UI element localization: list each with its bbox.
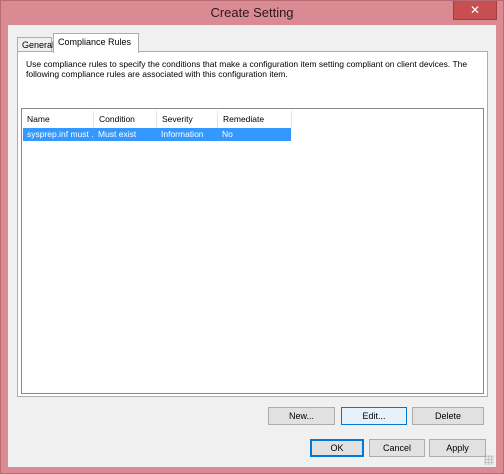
column-header-condition[interactable]: Condition [94,111,157,128]
dialog-client-area: General Compliance Rules Use compliance … [8,25,496,467]
cell-severity: Information [161,129,204,139]
delete-button[interactable]: Delete [412,407,484,425]
compliance-description: Use compliance rules to specify the cond… [26,59,468,79]
tab-compliance-rules[interactable]: Compliance Rules [53,33,139,53]
close-icon[interactable]: ✕ [453,1,497,20]
column-header-remediate[interactable]: Remediate [218,111,292,128]
list-header: Name Condition Severity Remediate [22,111,483,128]
apply-button[interactable]: Apply [429,439,486,457]
column-header-name[interactable]: Name [22,111,94,128]
ok-button[interactable]: OK [310,439,364,457]
cell-name: sysprep.inf must ... [27,129,94,139]
column-header-severity[interactable]: Severity [157,111,218,128]
cell-condition: Must exist [98,129,137,139]
title-bar[interactable]: Create Setting ✕ [1,1,503,25]
table-row[interactable]: sysprep.inf must ... Must exist Informat… [23,128,291,141]
compliance-rules-panel: Use compliance rules to specify the cond… [17,51,488,397]
tab-general[interactable]: General [17,37,54,52]
cell-remediate: No [222,129,233,139]
create-setting-window: Create Setting ✕ General Compliance Rule… [0,0,504,474]
edit-button[interactable]: Edit... [341,407,407,425]
resize-grip[interactable] [484,455,494,465]
window-title: Create Setting [210,5,294,20]
cancel-button[interactable]: Cancel [369,439,425,457]
compliance-rules-list[interactable]: Name Condition Severity Remediate syspre… [21,108,484,394]
new-button[interactable]: New... [268,407,335,425]
